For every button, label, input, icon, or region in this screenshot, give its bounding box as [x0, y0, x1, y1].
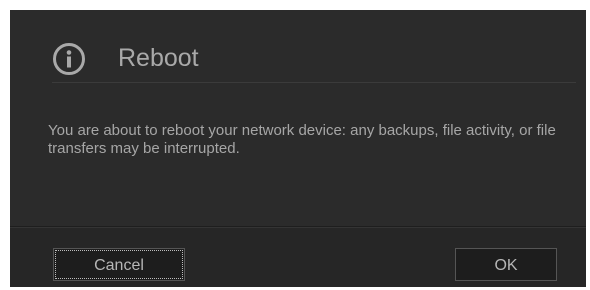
cancel-button[interactable]: Cancel: [53, 248, 185, 281]
dialog-title: Reboot: [118, 44, 199, 72]
ok-button[interactable]: OK: [455, 248, 557, 281]
dialog-footer: Cancel OK: [10, 226, 586, 287]
reboot-dialog: Reboot You are about to reboot your netw…: [10, 10, 586, 287]
dialog-message: You are about to reboot your network dev…: [48, 122, 556, 157]
info-icon: [52, 42, 86, 76]
dialog-header: Reboot: [52, 36, 576, 83]
